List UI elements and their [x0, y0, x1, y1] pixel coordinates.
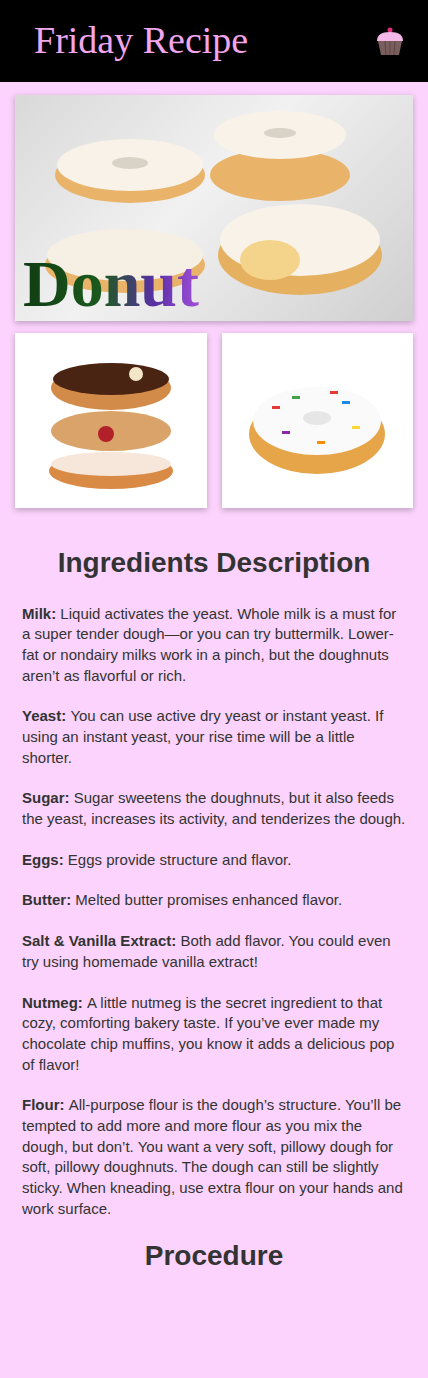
ingredients-list: Milk:Liquid activates the yeast. Whole m… [0, 604, 428, 1220]
ingredient-description: You can use active dry yeast or instant … [22, 707, 383, 765]
ingredient-label: Flour: [22, 1096, 65, 1113]
ingredient-item: Nutmeg:A little nutmeg is the secret ing… [22, 993, 408, 1076]
ingredient-item: Salt & Vanilla Extract:Both add flavor. … [22, 931, 408, 972]
photo-gallery: Donut [0, 82, 428, 508]
hero-photo: Donut [15, 95, 413, 321]
ingredient-item: Sugar:Sugar sweetens the doughnuts, but … [22, 788, 408, 829]
page-header: Friday Recipe [0, 0, 428, 82]
ingredient-label: Nutmeg: [22, 994, 83, 1011]
sprinkle-donut-photo [222, 333, 414, 508]
ingredient-item: Milk:Liquid activates the yeast. Whole m… [22, 604, 408, 687]
ingredients-heading: Ingredients Description [0, 546, 428, 580]
cupcake-icon [374, 25, 406, 57]
stacked-donuts-photo [15, 333, 207, 508]
ingredient-description: Melted butter promises enhanced flavor. [75, 891, 342, 908]
ingredient-label: Yeast: [22, 707, 66, 724]
ingredient-description: Liquid activates the yeast. Whole milk i… [22, 605, 396, 684]
ingredient-description: Eggs provide structure and flavor. [68, 851, 291, 868]
ingredient-label: Eggs: [22, 851, 64, 868]
ingredient-item: Yeast:You can use active dry yeast or in… [22, 706, 408, 768]
recipe-content: Ingredients Description Milk:Liquid acti… [0, 546, 428, 1273]
ingredient-label: Butter: [22, 891, 71, 908]
ingredient-item: Eggs:Eggs provide structure and flavor. [22, 850, 408, 871]
site-title: Friday Recipe [34, 18, 248, 64]
ingredient-item: Flour:All-purpose flour is the dough’s s… [22, 1095, 408, 1219]
ingredient-label: Milk: [22, 605, 56, 622]
procedure-heading: Procedure [0, 1239, 428, 1273]
hero-title: Donut [23, 251, 199, 317]
ingredient-item: Butter:Melted butter promises enhanced f… [22, 890, 408, 911]
ingredient-label: Sugar: [22, 789, 70, 806]
ingredient-description: Sugar sweetens the doughnuts, but it als… [22, 789, 405, 827]
ingredient-description: All-purpose flour is the dough’s structu… [22, 1096, 403, 1216]
ingredient-label: Salt & Vanilla Extract: [22, 932, 176, 949]
